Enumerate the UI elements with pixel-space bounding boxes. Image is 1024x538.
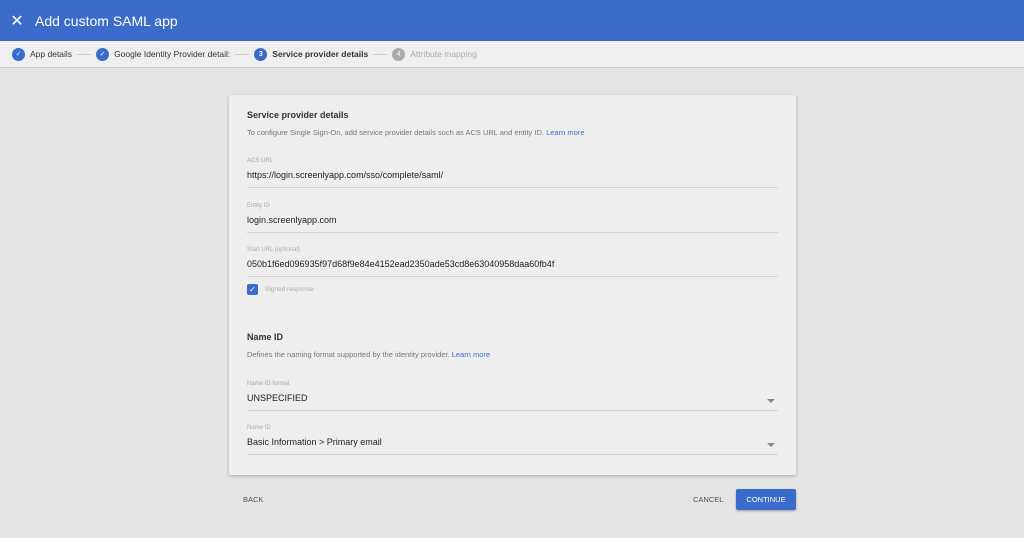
field-label: Start URL (optional) [247,247,300,253]
step-idp-details[interactable]: ✓ Google Identity Provider detail: [96,47,231,61]
field-value: https://login.screenlyapp.com/sso/comple… [247,170,444,180]
check-icon: ✓ [96,47,110,61]
section-title: Service provider details [247,110,349,120]
divider [235,53,250,55]
step-number: 4 [392,47,406,61]
stepper: ✓ App details ✓ Google Identity Provider d… [0,41,1024,68]
cancel-button[interactable]: CANCEL [693,495,723,504]
nameid-select[interactable]: Name ID Basic Information > Primary email [247,425,778,455]
learn-more-link[interactable]: Learn more [452,350,490,359]
check-icon: ✓ [12,47,25,61]
step-label: Service provider details [272,49,369,59]
field-label: Name ID format [247,381,290,387]
checkbox-label: Signed response [265,286,314,293]
close-icon[interactable]: ✕ [0,11,34,31]
desc-text: To configure Single Sign-On, add service… [247,128,544,137]
field-value: UNSPECIFIED [247,393,308,403]
app-header: ✕ Add custom SAML app [0,0,1024,41]
checkbox-checked-icon[interactable]: ✓ [247,284,258,295]
sp-details-card: Service provider details To configure Si… [229,95,796,475]
nameid-description: Defines the naming format supported by t… [247,350,490,359]
divider [77,53,92,55]
field-label: Name ID [247,425,271,431]
step-label: Attribute mapping [410,49,477,59]
step-label: Google Identity Provider detail: [114,49,231,59]
start-url-field[interactable]: Start URL (optional) 050b1f6ed096935f97d6… [247,247,778,277]
back-button[interactable]: BACK [243,495,263,504]
desc-text: Defines the naming format supported by t… [247,350,450,359]
dropdown-arrow-icon [767,399,775,403]
nameid-format-select[interactable]: Name ID format UNSPECIFIED [247,381,778,411]
field-value: Basic Information > Primary email [247,437,382,447]
acs-url-field[interactable]: ACS URL https://login.screenlyapp.com/sso… [247,158,778,188]
dropdown-arrow-icon [767,443,775,447]
field-label: Entity ID [247,203,270,209]
page-title: Add custom SAML app [35,12,178,29]
nameid-title: Name ID [247,332,284,342]
divider [373,53,388,55]
learn-more-link[interactable]: Learn more [546,128,584,137]
step-sp-details[interactable]: 3 Service provider details [254,47,369,61]
step-label: App details [30,49,73,59]
continue-button[interactable]: CONTINUE [736,489,796,510]
step-attribute-mapping[interactable]: 4 Attribute mapping [392,47,477,61]
field-value: 050b1f6ed096935f97d68f9e84e4152ead2350ad… [247,259,555,269]
section-description: To configure Single Sign-On, add service… [247,128,584,137]
entity-id-field[interactable]: Entity ID login.screenlyapp.com [247,203,778,233]
step-app-details[interactable]: ✓ App details [12,47,73,61]
field-value: login.screenlyapp.com [247,215,337,225]
step-number: 3 [254,47,268,61]
field-label: ACS URL [247,158,274,164]
signed-response-checkbox[interactable]: ✓ Signed response [247,284,314,295]
